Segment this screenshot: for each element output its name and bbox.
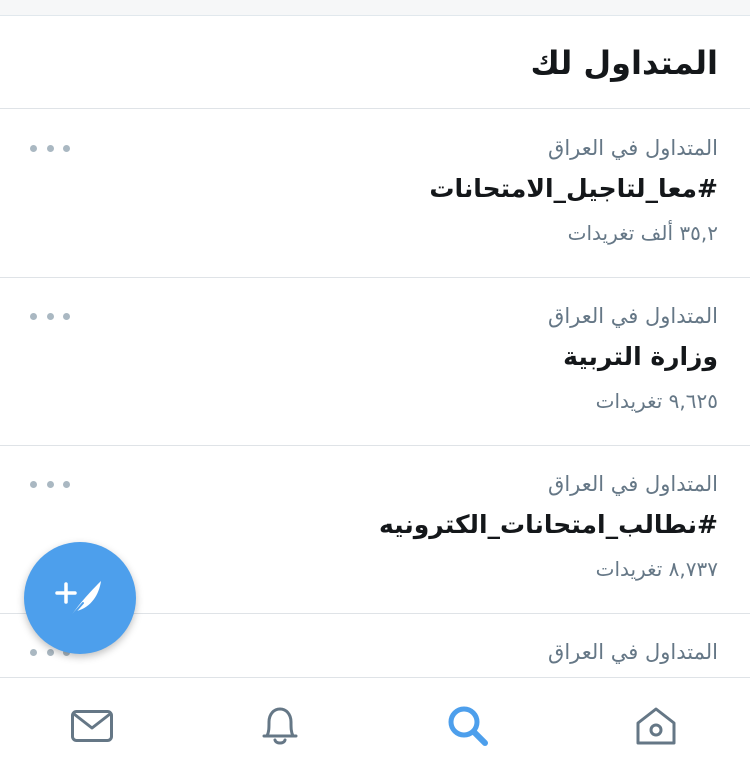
trend-name: #معا_لتاجيل_الامتحانات [429,174,718,203]
more-dot-icon [63,480,70,488]
more-dot-icon [30,144,37,152]
more-dot-icon [46,480,54,488]
trend-context: المتداول في العراق [548,304,718,328]
trend-tweet-count: ٩,٦٢٥ تغريدات [595,389,718,413]
home-icon [636,707,676,745]
compose-tweet-button[interactable] [24,542,136,654]
search-icon [448,706,488,746]
tab-search[interactable] [444,702,492,750]
trends-screen: المتداول لك المتداول في العراق #معا_لتاج… [0,0,750,776]
page-title: المتداول لك [530,43,718,82]
more-options-button[interactable] [30,306,70,326]
trend-name: وزارة التربية [563,342,718,371]
more-dot-icon [63,144,70,152]
more-dot-icon [30,480,37,488]
more-dot-icon [30,312,37,320]
compose-tweet-icon [55,581,101,620]
trend-item[interactable]: المتداول في العراق #معا_لتاجيل_الامتحانا… [0,110,750,278]
bell-icon [262,707,298,745]
mail-icon [71,710,113,742]
trend-context: المتداول في العراق [548,472,718,496]
more-options-button[interactable] [30,474,70,494]
trends-header: المتداول لك [0,17,750,109]
more-dot-icon [46,312,54,320]
trend-tweet-count: ٣٥,٢ ألف تغريدات [567,221,718,245]
trend-context: المتداول في العراق [548,136,718,160]
trend-item[interactable]: المتداول في العراق وزارة التربية ٩,٦٢٥ ت… [0,278,750,446]
tab-home[interactable] [632,702,680,750]
top-divider [0,0,750,16]
more-dot-icon [46,144,54,152]
more-dot-icon [30,648,37,656]
more-dot-icon [46,648,54,656]
trend-context: المتداول في العراق [548,640,718,664]
bottom-tab-bar [0,677,750,776]
trend-name: #نطالب_امتحانات_الكترونيه [378,510,718,539]
trend-tweet-count: ٨,٧٣٧ تغريدات [595,557,718,581]
tab-messages[interactable] [68,702,116,750]
tab-notifications[interactable] [256,702,304,750]
more-dot-icon [63,312,70,320]
more-options-button[interactable] [30,138,70,158]
